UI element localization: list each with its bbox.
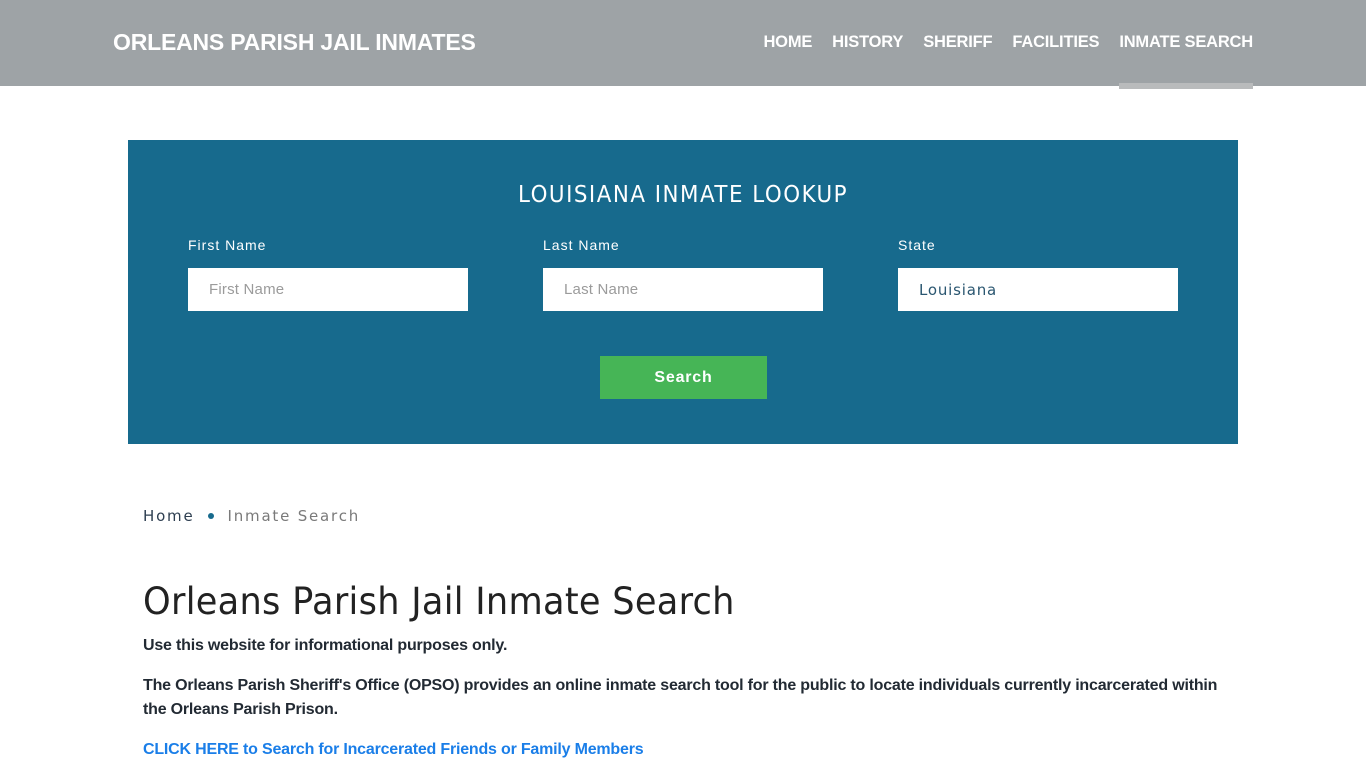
first-name-input[interactable]	[188, 268, 468, 311]
lookup-title: LOUISIANA INMATE LOOKUP	[517, 182, 849, 208]
disclaimer-text: Use this website for informational purpo…	[143, 637, 508, 654]
last-name-label: Last Name	[543, 237, 620, 253]
breadcrumb-current: Inmate Search	[227, 507, 361, 525]
page-title: Orleans Parish Jail Inmate Search	[143, 580, 735, 623]
nav-sheriff[interactable]: SHERIFF	[923, 0, 992, 86]
first-name-label: First Name	[188, 237, 267, 253]
nav-history[interactable]: HISTORY	[832, 0, 903, 86]
state-input[interactable]	[898, 268, 1178, 311]
breadcrumb-separator-dot	[207, 513, 214, 519]
first-name-group: First Name	[188, 237, 468, 311]
state-group: State	[898, 237, 1178, 311]
description-text: The Orleans Parish Sheriff's Office (OPS…	[143, 677, 1218, 718]
search-button[interactable]: Search	[600, 356, 767, 399]
nav-inmate-search[interactable]: INMATE SEARCH	[1119, 0, 1253, 89]
breadcrumb-home-link[interactable]: Home	[143, 507, 195, 525]
main-nav: HOME HISTORY SHERIFF FACILITIES INMATE S…	[743, 0, 1253, 89]
site-brand-link[interactable]: ORLEANS PARISH JAIL INMATES	[113, 29, 476, 56]
last-name-group: Last Name	[543, 237, 823, 311]
breadcrumb: Home Inmate Search	[143, 507, 360, 525]
search-family-link[interactable]: CLICK HERE to Search for Incarcerated Fr…	[143, 738, 644, 762]
nav-facilities[interactable]: FACILITIES	[1012, 0, 1099, 86]
state-label: State	[898, 237, 936, 253]
last-name-input[interactable]	[543, 268, 823, 311]
site-header: ORLEANS PARISH JAIL INMATES HOME HISTORY…	[0, 0, 1366, 89]
nav-home[interactable]: HOME	[763, 0, 812, 86]
